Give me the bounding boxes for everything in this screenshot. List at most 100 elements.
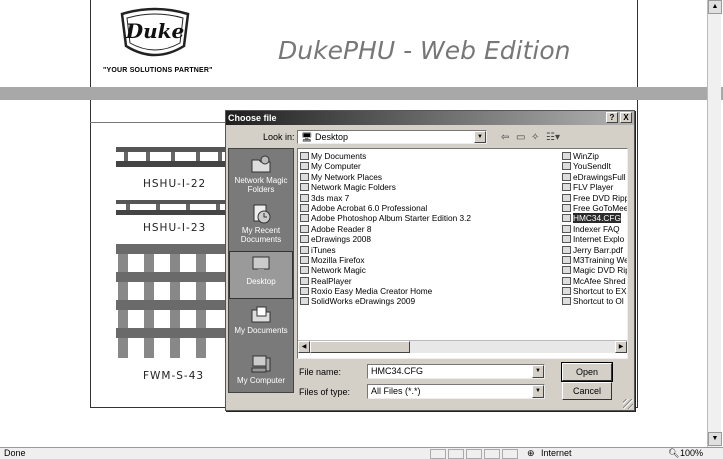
scroll-up-icon[interactable]: ▲ [708,0,722,14]
up-folder-icon[interactable]: ▭ [516,132,525,143]
file-item[interactable]: Network Magic [300,265,555,275]
scroll-left-icon[interactable]: ◀ [298,341,310,353]
status-cell [484,449,500,459]
file-item[interactable]: Adobe Reader 8 [300,224,555,234]
file-item[interactable]: McAfee Shred [562,276,627,286]
file-item[interactable]: eDrawings 2008 [300,234,555,244]
file-item[interactable]: FLV Player [562,182,627,193]
page-border-left [90,0,91,408]
place-recent-documents[interactable]: My Recent Documents [229,201,293,249]
help-button[interactable]: ? [606,112,618,123]
file-item[interactable]: Network Magic Folders [300,182,555,192]
file-item[interactable]: HMC34.CFG [562,213,627,224]
product-label[interactable]: HSHU-I-23 [143,222,206,234]
product-image-hshu-i-23[interactable] [116,198,226,218]
file-item[interactable]: Magic DVD Rip [562,265,627,275]
file-type-select[interactable]: All Files (*.*) ▼ [367,384,545,399]
chevron-down-icon[interactable]: ▼ [532,385,544,398]
file-item[interactable]: Free GoToMee [562,203,627,213]
file-icon [562,245,571,254]
file-type-label: Files of type: [299,387,351,397]
file-item[interactable]: My Network Places [300,172,555,182]
file-icon [562,162,571,171]
file-item[interactable]: YouSendIt [562,161,627,171]
file-item[interactable]: My Computer [300,161,555,171]
file-column-1: My Documents My Computer My Network Places… [300,151,555,307]
file-icon [300,203,309,212]
file-icon [300,183,309,192]
file-item-label: Shortcut to Ol [573,296,624,307]
file-item[interactable]: Shortcut to EX [562,286,627,296]
chevron-down-icon[interactable]: ▼ [474,131,486,143]
views-menu-icon[interactable]: ☷▾ [546,132,560,143]
product-image-hshu-i-22[interactable] [116,145,226,173]
place-my-documents[interactable]: My Documents [229,301,293,349]
file-item-label: My Network Places [311,171,383,182]
file-item[interactable]: Shortcut to Ol [562,296,627,307]
dialog-title-bar[interactable]: Choose file ? X [226,111,634,125]
file-icon [300,245,309,254]
product-label[interactable]: FWM-S-43 [143,370,204,382]
file-item[interactable]: Internet Explo [562,234,627,244]
product-image-fwm-s-43[interactable] [116,244,226,364]
file-icon [562,214,571,223]
file-icon [300,172,309,181]
file-item[interactable]: RealPlayer [300,276,555,286]
file-item[interactable]: eDrawingsFull [562,172,627,182]
file-item[interactable]: Jerry Barr.pdf [562,245,627,255]
file-item[interactable]: M3Training We [562,255,627,265]
close-button[interactable]: X [620,112,632,123]
zone-text: Internet [541,448,572,458]
file-item[interactable]: Indexer FAQ [562,224,627,234]
page-title: DukePHU - Web Edition [278,36,571,65]
status-cell [502,449,518,459]
status-cell [466,449,482,459]
file-item-label: Roxio Easy Media Creator Home [311,286,433,297]
scroll-right-icon[interactable]: ▶ [615,341,627,353]
file-item[interactable]: iTunes [300,245,555,255]
file-list[interactable]: My Documents My Computer My Network Places… [297,148,628,359]
file-item[interactable]: Adobe Photoshop Album Starter Edition 3.… [300,213,555,223]
product-label[interactable]: HSHU-I-22 [143,178,206,190]
zoom-level[interactable]: 100% [680,448,703,459]
chevron-down-icon[interactable]: ▼ [532,365,544,378]
file-type-value: All Files (*.*) [371,386,421,396]
back-icon[interactable]: ⇦ [501,132,509,143]
file-item[interactable]: Roxio Easy Media Creator Home [300,286,555,296]
file-item-label: Adobe Photoshop Album Starter Edition 3.… [311,213,472,224]
look-in-value: Desktop [314,132,348,142]
page-border-right [637,0,638,408]
open-button[interactable]: Open [561,362,613,382]
scroll-thumb[interactable] [310,341,410,353]
scroll-down-icon[interactable]: ▼ [708,432,722,446]
file-icon [300,255,309,264]
file-item[interactable]: WinZip [562,151,627,161]
browser-window: Duke "YOUR SOLUTIONS PARTNER" DukePHU - … [0,0,723,459]
file-list-hscrollbar[interactable]: ◀ ▶ [298,340,627,353]
resize-grip[interactable] [623,399,633,409]
file-name-input[interactable]: HMC34.CFG ▼ [367,364,545,379]
place-desktop[interactable]: Desktop [229,251,293,299]
file-item[interactable]: Mozilla Firefox [300,255,555,265]
page-scrollbar[interactable]: ▲ ▼ [707,0,722,447]
look-in-select[interactable]: 🖥︎ Desktop ▼ [297,130,487,144]
file-icon [300,193,309,202]
file-icon [562,287,571,296]
file-icon [562,172,571,181]
recent-documents-icon [253,204,271,224]
status-cell [448,449,464,459]
file-icon [562,203,571,212]
new-folder-icon[interactable]: ✧ [531,132,539,143]
place-my-computer[interactable]: My Computer [229,351,293,399]
file-item[interactable]: My Documents [300,151,555,161]
file-item[interactable]: SolidWorks eDrawings 2009 [300,296,555,306]
place-network-magic-folders[interactable]: Network Magic Folders [229,151,293,199]
file-item-label: 3ds max 7 [311,192,350,203]
file-item-label: FLV Player [573,182,614,193]
file-item[interactable]: Adobe Acrobat 6.0 Professional [300,203,555,213]
file-item-label: Mozilla Firefox [311,254,365,265]
cancel-button[interactable]: Cancel [562,382,612,400]
file-item[interactable]: Free DVD Ripp [562,193,627,203]
file-item[interactable]: 3ds max 7 [300,193,555,203]
place-label: Network Magic Folders [234,176,288,194]
